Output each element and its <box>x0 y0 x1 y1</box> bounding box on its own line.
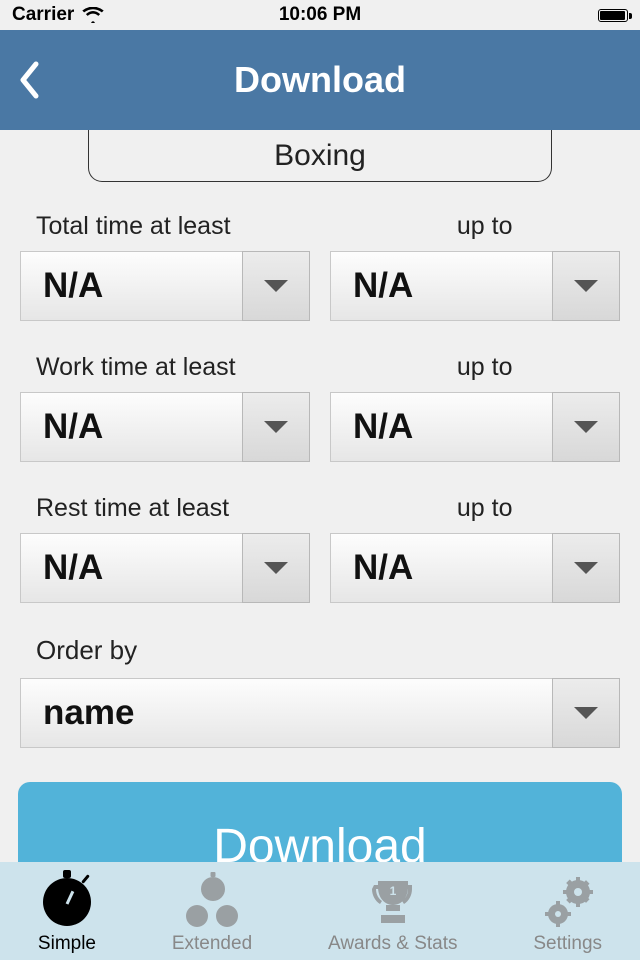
download-button[interactable]: Download <box>18 782 622 862</box>
chevron-down-icon <box>242 533 310 603</box>
rest-time-max-value: N/A <box>330 533 552 603</box>
rest-time-min-dropdown[interactable]: N/A <box>20 533 310 603</box>
total-time-min-dropdown[interactable]: N/A <box>20 251 310 321</box>
total-time-max-value: N/A <box>330 251 552 321</box>
work-time-min-value: N/A <box>20 392 242 462</box>
work-time-min-label: Work time at least <box>36 353 365 382</box>
rest-time-min-value: N/A <box>20 533 242 603</box>
wifi-icon <box>82 7 104 23</box>
total-time-max-label: up to <box>365 212 604 241</box>
total-time-min-label: Total time at least <box>36 212 365 241</box>
total-time-max-dropdown[interactable]: N/A <box>330 251 620 321</box>
tab-label: Settings <box>533 933 602 955</box>
content-area: Boxing Total time at least up to N/A N/A… <box>0 130 640 748</box>
chevron-down-icon <box>242 392 310 462</box>
order-by-value: name <box>20 678 552 748</box>
work-time-max-value: N/A <box>330 392 552 462</box>
tab-simple[interactable]: Simple <box>38 875 96 955</box>
category-selector[interactable]: Boxing <box>88 130 552 182</box>
multi-timer-icon <box>184 875 240 929</box>
trophy-icon: 1 <box>366 875 420 929</box>
download-button-label: Download <box>213 819 426 862</box>
chevron-down-icon <box>242 251 310 321</box>
carrier-label: Carrier <box>12 4 74 26</box>
back-button[interactable] <box>18 61 40 99</box>
order-by-label: Order by <box>18 635 622 666</box>
status-bar: Carrier 10:06 PM <box>0 0 640 30</box>
tab-label: Simple <box>38 933 96 955</box>
chevron-down-icon <box>552 392 620 462</box>
battery-icon <box>598 9 628 22</box>
tab-extended[interactable]: Extended <box>172 875 252 955</box>
order-by-dropdown[interactable]: name <box>20 678 620 748</box>
work-time-max-label: up to <box>365 353 604 382</box>
total-time-min-value: N/A <box>20 251 242 321</box>
chevron-down-icon <box>552 251 620 321</box>
rest-time-min-label: Rest time at least <box>36 494 365 523</box>
tab-bar: Simple Extended 1 Awards & Stats <box>0 862 640 960</box>
category-label: Boxing <box>274 139 366 173</box>
tab-settings[interactable]: Settings <box>533 875 602 955</box>
work-time-max-dropdown[interactable]: N/A <box>330 392 620 462</box>
chevron-down-icon <box>552 533 620 603</box>
stopwatch-icon <box>43 875 91 929</box>
rest-time-max-label: up to <box>365 494 604 523</box>
work-time-min-dropdown[interactable]: N/A <box>20 392 310 462</box>
clock-time: 10:06 PM <box>279 4 361 26</box>
gears-icon <box>540 875 596 929</box>
tab-awards-stats[interactable]: 1 Awards & Stats <box>328 875 458 955</box>
svg-text:1: 1 <box>389 884 396 898</box>
navigation-bar: Download <box>0 30 640 130</box>
tab-label: Awards & Stats <box>328 933 458 955</box>
tab-label: Extended <box>172 933 252 955</box>
chevron-down-icon <box>552 678 620 748</box>
rest-time-max-dropdown[interactable]: N/A <box>330 533 620 603</box>
page-title: Download <box>234 59 406 101</box>
